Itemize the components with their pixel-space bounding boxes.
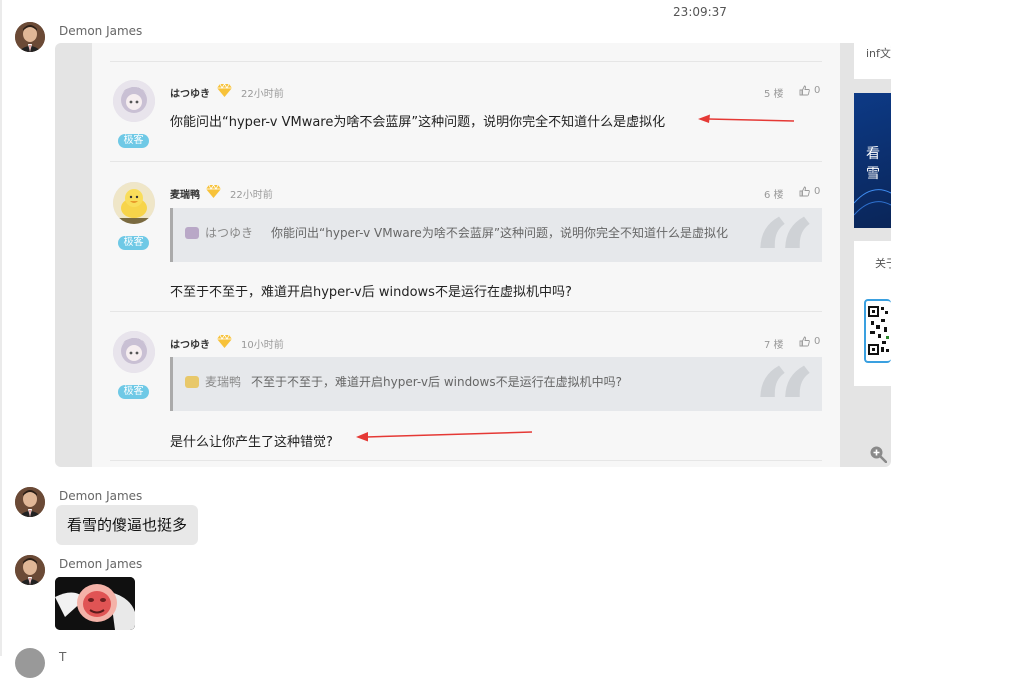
quoted-comment: はつゆき 你能问出“hyper-v VMware为啥不会蓝屏”这种问题，说明你完…: [170, 208, 822, 262]
left-edge: [0, 0, 2, 656]
quote-mark-icon: “: [753, 357, 816, 411]
quoted-text: 你能问出“hyper-v VMware为啥不会蓝屏”这种问题，说明你完全不知道什…: [271, 226, 729, 240]
like-count: 0: [814, 186, 821, 197]
site-sidebar: inf文 看雪 关于: [854, 43, 891, 467]
comment-body: 是什么让你产生了这种错觉?: [170, 435, 333, 450]
comment-panel: 极客 はつゆき 22小时前 5 楼 0 你能问出“hyper-v VMware为…: [92, 43, 840, 467]
comment-username[interactable]: はつゆき: [170, 85, 210, 100]
comment-floor: 5 楼: [764, 89, 784, 100]
sender-name: T: [59, 650, 67, 664]
user-tag: 极客: [118, 134, 149, 148]
message-bubble[interactable]: 看雪的傻逼也挺多: [56, 505, 199, 545]
banner-text: 看雪: [866, 146, 880, 182]
user-tag: 极客: [118, 385, 149, 399]
message-timestamp: 23:09:37: [673, 5, 727, 19]
comment-time: 22小时前: [241, 89, 284, 100]
quoted-comment: 麦瑞鸭 不至于不至于，难道开启hyper-v后 windows不是运行在虚拟机中…: [170, 357, 822, 411]
sidebar-about-box: 关于: [854, 241, 891, 386]
divider: [110, 61, 822, 62]
comment-item: 极客 麦瑞鸭 22小时前 6 楼 0 はつゆき 你能问出“hyper-v VMw…: [110, 182, 822, 312]
user-tag: 极客: [118, 236, 149, 250]
comment-username[interactable]: 麦瑞鸭: [170, 186, 200, 201]
like-button[interactable]: 0: [799, 336, 820, 347]
sender-avatar[interactable]: [15, 487, 45, 517]
like-button[interactable]: 0: [799, 186, 820, 197]
comment-floor: 6 楼: [764, 190, 784, 201]
quote-mark-icon: “: [753, 208, 816, 262]
thumbs-up-icon: [799, 186, 810, 197]
divider: [110, 311, 822, 312]
vip-diamond-icon: [206, 184, 221, 198]
like-count: 0: [814, 336, 821, 347]
divider: [110, 161, 822, 162]
thumbs-up-icon: [799, 336, 810, 347]
comment-time: 22小时前: [230, 190, 273, 201]
vip-diamond-icon: [217, 83, 232, 97]
sender-avatar[interactable]: [15, 555, 45, 585]
divider: [110, 460, 822, 461]
shared-screenshot[interactable]: 极客 はつゆき 22小时前 5 楼 0 你能问出“hyper-v VMware为…: [55, 43, 891, 467]
quoted-text: 不至于不至于，难道开启hyper-v后 windows不是运行在虚拟机中吗?: [251, 375, 622, 389]
vip-diamond-icon: [217, 334, 232, 348]
sidebar-about-title: 关于: [875, 257, 891, 270]
sidebar-box: inf文: [854, 43, 891, 79]
comment-time: 10小时前: [241, 340, 284, 351]
sticker-image[interactable]: [55, 577, 135, 630]
quoted-user-avatar: [185, 226, 199, 239]
commenter-avatar[interactable]: [113, 80, 155, 122]
quoted-username: 麦瑞鸭: [205, 375, 242, 389]
qr-code-icon: [864, 299, 891, 363]
sender-avatar[interactable]: [15, 648, 45, 678]
comment-floor: 7 楼: [764, 340, 784, 351]
red-arrow-icon: [698, 114, 795, 123]
comment-body: 不至于不至于，难道开启hyper-v后 windows不是运行在虚拟机中吗?: [170, 285, 572, 300]
sidebar-box-text: inf文: [866, 47, 891, 60]
sender-name: Demon James: [59, 489, 143, 503]
comment-body: 你能问出“hyper-v VMware为啥不会蓝屏”这种问题，说明你完全不知道什…: [170, 115, 666, 130]
quoted-user-avatar: [185, 375, 199, 388]
commenter-avatar[interactable]: [113, 331, 155, 373]
zoom-in-icon[interactable]: [869, 445, 887, 463]
sender-name: Demon James: [59, 557, 143, 571]
like-count: 0: [814, 85, 821, 96]
sender-name: Demon James: [59, 24, 143, 38]
like-button[interactable]: 0: [799, 85, 820, 96]
sender-avatar[interactable]: [15, 22, 45, 52]
comment-username[interactable]: はつゆき: [170, 336, 210, 351]
commenter-avatar[interactable]: [113, 182, 155, 224]
red-arrow-icon: [356, 431, 533, 442]
quoted-username: はつゆき: [205, 226, 254, 240]
thumbs-up-icon: [799, 85, 810, 96]
ad-banner[interactable]: 看雪: [854, 93, 891, 228]
